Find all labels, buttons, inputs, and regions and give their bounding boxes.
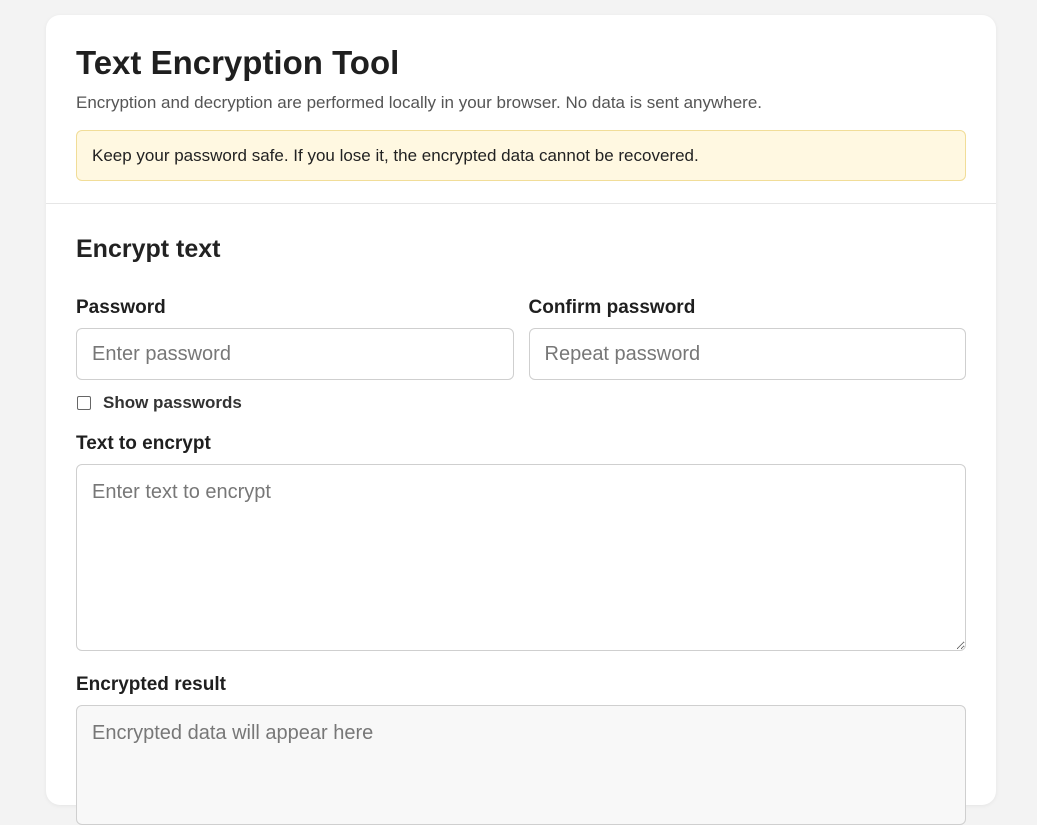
password-input[interactable]	[76, 328, 514, 380]
show-passwords-row[interactable]: Show passwords	[76, 393, 966, 413]
page-title: Text Encryption Tool	[76, 44, 400, 81]
show-passwords-label[interactable]: Show passwords	[103, 393, 242, 413]
encrypted-result-output[interactable]	[76, 705, 966, 825]
encrypted-result-label: Encrypted result	[76, 674, 226, 695]
confirm-password-input[interactable]	[528, 328, 966, 380]
tool-header: Text Encryption Tool Encryption and decr…	[46, 15, 996, 204]
password-row: Password Confirm password	[76, 296, 966, 380]
privacy-note: Encryption and decryption are performed …	[76, 93, 763, 112]
text-to-encrypt-input[interactable]	[76, 464, 966, 651]
show-passwords-checkbox[interactable]	[77, 396, 91, 410]
password-group: Password	[76, 296, 514, 380]
password-warning-banner: Keep your password safe. If you lose it,…	[76, 130, 966, 181]
confirm-password-label: Confirm password	[528, 297, 696, 318]
confirm-password-group: Confirm password	[528, 296, 966, 380]
encryption-tool-card: Text Encryption Tool Encryption and decr…	[46, 15, 996, 825]
text-to-encrypt-label: Text to encrypt	[76, 433, 211, 454]
encrypt-section: Encrypt text Password Confirm password S…	[46, 204, 996, 825]
password-label: Password	[76, 297, 166, 318]
encrypt-section-title: Encrypt text	[76, 235, 221, 263]
